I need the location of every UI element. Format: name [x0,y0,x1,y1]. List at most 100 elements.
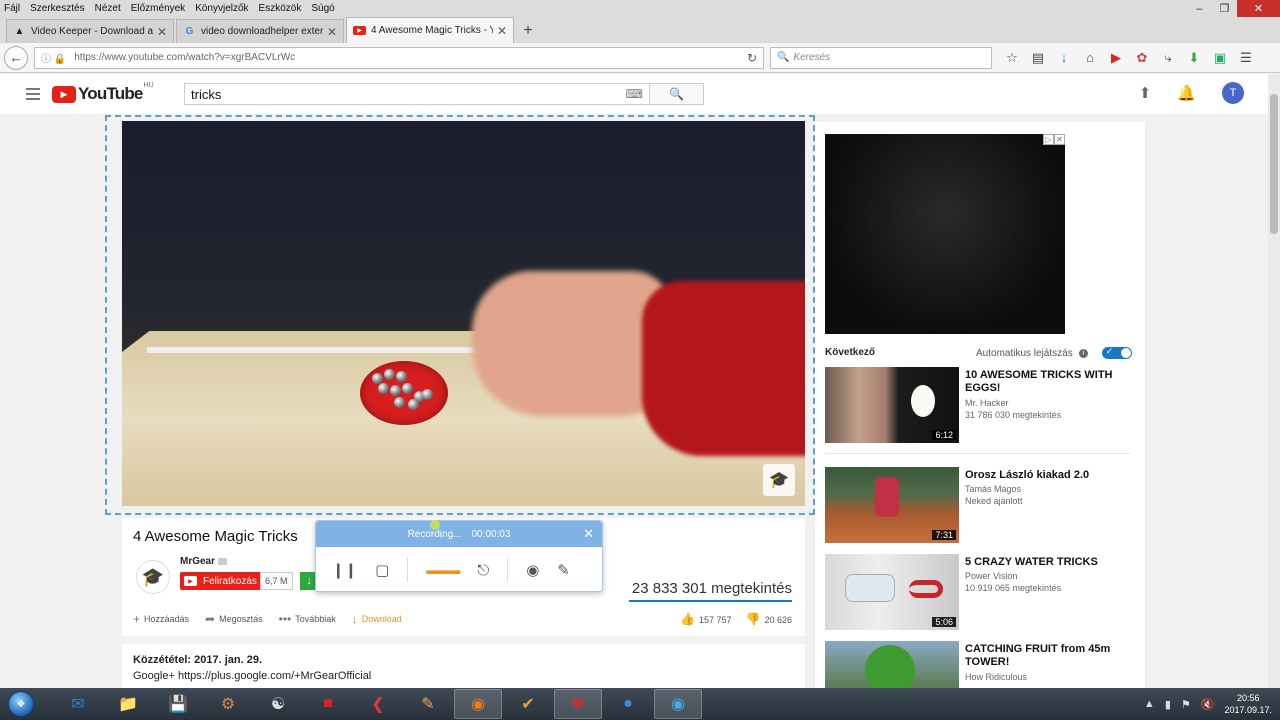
reload-icon[interactable]: ↻ [747,51,757,65]
paint-app-icon[interactable]: ✎ [404,689,452,719]
search-button[interactable]: 🔍 [650,83,704,105]
audio-level-icon[interactable]: ▬▬▬ [426,563,460,577]
thumbs-down-icon: 👎 [745,612,761,626]
back-button[interactable]: ← [4,45,28,70]
downloads-icon[interactable]: ↓ [1052,47,1076,69]
autoplay-toggle[interactable]: ✓ [1101,346,1132,359]
keyboard-icon[interactable]: ⌨ [626,87,643,101]
acrobat-icon[interactable]: ❋ [554,689,602,719]
tab-google[interactable]: G video downloadhelper exter ✕ [176,19,344,43]
outlook-icon[interactable]: ✉ [54,689,102,719]
tab-youtube[interactable]: ▶ 4 Awesome Magic Tricks - Y ✕ [346,17,514,43]
share-icon: ➦ [205,612,216,626]
youtube-search-input[interactable]: tricks ⌨ [184,83,650,105]
close-icon[interactable]: ✕ [497,24,507,38]
colors-addon-icon[interactable]: ✿ [1130,47,1154,69]
upload-icon[interactable]: ⬆ [1139,84,1152,102]
globe-app-icon[interactable]: ⚙ [204,689,252,719]
channel-avatar[interactable]: 🎓 [136,560,170,594]
show-hidden-icons-icon[interactable]: ▲ [1144,698,1155,710]
red-box-app-icon[interactable]: ■ [304,689,352,719]
video-meta: 10 919 065 megtekintés [965,583,1062,593]
browser-search-input[interactable]: 🔍 Keresés [770,46,992,69]
new-tab-button[interactable]: + [516,19,540,43]
start-button[interactable]: ❖ [4,689,38,719]
site-info-icon[interactable]: ⓘ 🔒 [41,50,66,65]
pause-icon[interactable]: ❙❙ [332,561,357,579]
video-title[interactable]: 10 AWESOME TRICKS WITH EGGS! [965,369,1135,395]
menu-help[interactable]: Súgó [311,3,334,14]
microphone-icon[interactable]: ⎋ [477,562,489,579]
home-icon[interactable]: ⌂ [1078,47,1102,69]
menu-history[interactable]: Előzmények [131,3,185,14]
channel-watermark-icon[interactable]: 🎓 [763,464,795,496]
info-icon[interactable]: i [1078,348,1088,358]
ad-banner[interactable]: ▷ ✕ [825,134,1065,334]
tab-video-keeper[interactable]: ▲ Video Keeper - Download ar ✕ [6,19,174,43]
close-icon[interactable]: ✕ [327,25,337,39]
tasks-app-icon[interactable]: ✔ [504,689,552,719]
close-icon[interactable]: ✕ [1054,134,1065,145]
video-thumbnail[interactable]: 6:12 [825,367,959,443]
like-button[interactable]: 👍 157 757 [680,612,732,626]
draw-pen-icon[interactable]: ✎ [557,561,570,579]
subscribe-button[interactable]: ▶ Feliratkozás [180,572,263,590]
add-to-button[interactable]: + Hozzáadás [133,612,189,626]
hamburger-menu-icon[interactable] [26,88,40,100]
more-button[interactable]: ••• Továbbiak [279,612,336,626]
maximize-button[interactable]: ❐ [1212,0,1237,17]
close-window-button[interactable]: ✕ [1237,0,1280,17]
notifications-bell-icon[interactable]: 🔔 [1177,84,1196,102]
video-thumbnail[interactable]: 5:06 [825,554,959,630]
screen-recorder-app-icon[interactable]: ◉ [654,689,702,719]
menu-view[interactable]: Nézet [95,3,121,14]
url-bar[interactable]: ⓘ 🔒 https://www.youtube.com/watch?v=xgrB… [34,46,764,69]
minimize-button[interactable]: – [1187,0,1212,17]
menu-icon[interactable]: ☰ [1234,47,1258,69]
avatar[interactable]: T [1222,82,1244,104]
ad-choices-icon[interactable]: ▷ [1043,134,1054,145]
video-thumbnail[interactable]: 7:31 [825,467,959,543]
youtube-logo[interactable]: ▶ YouTube HU [52,82,154,104]
list-item[interactable]: 6:12 10 AWESOME TRICKS WITH EGGS! Mr. Ha… [825,367,1135,443]
dislike-button[interactable]: 👎 20 626 [746,612,792,626]
video-thumbnail[interactable] [825,641,959,688]
stop-icon[interactable]: ▢ [375,561,389,579]
video-duration: 7:31 [932,530,956,540]
reading-list-icon[interactable]: ▤ [1026,47,1050,69]
bookmark-star-icon[interactable]: ☆ [1000,47,1024,69]
menu-edit[interactable]: Szerkesztés [30,3,84,14]
close-icon[interactable]: ✕ [583,526,594,542]
close-icon[interactable]: ✕ [157,25,167,39]
scrollbar-thumb[interactable] [1270,94,1278,234]
action-center-icon[interactable]: ⚑ [1181,698,1191,711]
tools-addon-icon[interactable]: ⤷ [1156,47,1180,69]
list-item[interactable]: 5:06 5 CRAZY WATER TRICKS Power Vision 1… [825,554,1135,630]
menu-file[interactable]: Fájl [4,3,20,14]
blue-app-icon[interactable]: ● [604,689,652,719]
profile-addon-icon[interactable]: ▣ [1208,47,1232,69]
video-title[interactable]: 5 CRAZY WATER TRICKS [965,556,1135,569]
download-addon-icon[interactable]: ⬇ [1182,47,1206,69]
youtube-addon-icon[interactable]: ▶ [1104,47,1128,69]
video-title[interactable]: Orosz László kiakad 2.0 [965,469,1135,482]
firefox-icon[interactable]: ◉ [454,689,502,719]
download-button[interactable]: ↓ Download [352,612,402,626]
network-icon[interactable]: ▮ [1165,698,1171,711]
video-title[interactable]: CATCHING FRUIT from 45m TOWER! [965,643,1135,669]
clock[interactable]: 20:56 2017.09.17. [1224,692,1272,716]
list-item[interactable]: CATCHING FRUIT from 45m TOWER! How Ridic… [825,641,1135,688]
share-button[interactable]: ➦ Megosztás [205,612,263,626]
menu-bookmarks[interactable]: Könyvjelzők [195,3,248,14]
volume-muted-icon[interactable]: 🔇 [1201,698,1215,711]
ccleaner-icon[interactable]: ❮ [354,689,402,719]
page-scrollbar[interactable] [1268,74,1280,688]
list-item[interactable]: 7:31 Orosz László kiakad 2.0 Tamás Magos… [825,467,1135,543]
webcam-icon[interactable]: ◉ [526,561,539,579]
save-disk-icon[interactable]: 💾 [154,689,202,719]
video-player[interactable]: 🎓 [122,121,805,506]
channel-name[interactable]: MrGear [180,556,228,567]
file-explorer-icon[interactable]: 📁 [104,689,152,719]
menu-tools[interactable]: Eszközök [259,3,302,14]
media-app-icon[interactable]: ☯ [254,689,302,719]
